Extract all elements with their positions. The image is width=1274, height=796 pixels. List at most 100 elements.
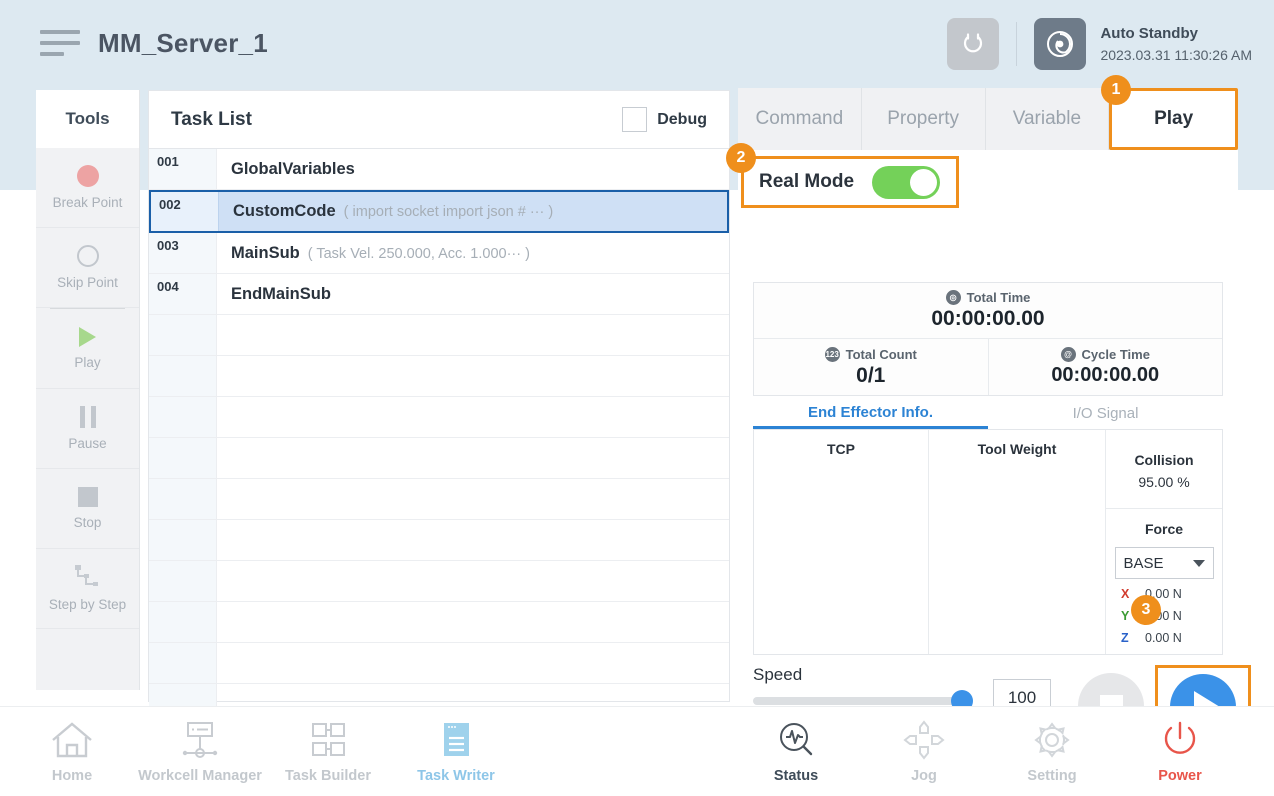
table-row-empty[interactable] — [149, 520, 729, 561]
total-count-label: Total Count — [845, 346, 917, 362]
nav-item-power[interactable]: Power — [1116, 720, 1244, 784]
row-number — [149, 397, 217, 437]
stats-box: ◎ Total Time 00:00:00.00 123 Total Count… — [753, 282, 1223, 396]
collision-cell: Collision 95.00 % — [1106, 441, 1222, 509]
row-number — [149, 520, 217, 560]
tab-command[interactable]: Command — [738, 88, 862, 150]
tool-skip-point[interactable]: Skip Point — [36, 228, 139, 308]
play-icon — [79, 327, 96, 347]
panel-body: Real Mode ◎ Total Time 00:00:00.00 123 T… — [738, 150, 1251, 749]
row-number — [149, 602, 217, 642]
nav-label: Workcell Manager — [138, 767, 262, 784]
collision-value: 95.00 % — [1138, 474, 1190, 490]
tool-step-by-step[interactable]: Step by Step — [36, 549, 139, 629]
nav-item-setting[interactable]: Setting — [988, 720, 1116, 784]
real-mode-toggle[interactable] — [872, 165, 941, 199]
cycle-time-label: Cycle Time — [1081, 347, 1150, 362]
nav-item-task-writer[interactable]: Task Writer — [392, 720, 520, 784]
chevron-down-icon — [1192, 559, 1205, 567]
counter-icon: 123 — [824, 346, 840, 362]
break-point-icon — [76, 165, 99, 187]
row-number: 003 — [149, 233, 217, 273]
tool-pause[interactable]: Pause — [36, 389, 139, 469]
hamburger-bar — [40, 30, 80, 34]
tab-variable[interactable]: Variable — [985, 88, 1110, 150]
tool-label: Pause — [68, 436, 107, 451]
table-row[interactable]: 001 GlobalVariables — [149, 149, 729, 190]
tool-label: Skip Point — [57, 275, 118, 290]
table-row-empty[interactable] — [149, 315, 729, 356]
tab-io-signal[interactable]: I/O Signal — [988, 398, 1223, 429]
force-frame-value: BASE — [1123, 554, 1164, 572]
header-divider — [1016, 22, 1018, 66]
tool-label: Step by Step — [48, 597, 127, 612]
robot-status-icon[interactable] — [1034, 18, 1087, 70]
app-root: MM_Server_1 Auto Standby 2023.03.31 11:3… — [0, 0, 1274, 796]
row-name: EndMainSub — [231, 284, 331, 303]
table-row-empty[interactable] — [149, 438, 729, 479]
debug-label: Debug — [657, 110, 707, 128]
refresh-icon[interactable] — [947, 18, 1000, 70]
tool-weight-column: Tool Weight — [929, 430, 1106, 654]
task-list-title: Task List — [171, 108, 252, 130]
row-body: EndMainSub — [217, 285, 729, 304]
table-row[interactable]: 003 MainSub ( Task Vel. 250.000, Acc. 1.… — [149, 233, 729, 274]
clock-icon: ◎ — [945, 290, 961, 305]
stats-row: 123 Total Count 0/1 @ Cycle Time 00:00:0… — [754, 339, 1222, 395]
row-name: CustomCode — [233, 202, 336, 220]
real-mode-group: Real Mode — [741, 156, 959, 208]
header-right-group: Auto Standby 2023.03.31 11:30:26 AM — [947, 18, 1252, 70]
tools-title: Tools — [36, 90, 139, 148]
debug-toggle[interactable]: Debug — [622, 107, 707, 132]
tool-stop[interactable]: Stop — [36, 469, 139, 549]
task-list-panel: Task List Debug 001 GlobalVariables 002 … — [148, 90, 730, 725]
tool-play[interactable]: Play — [36, 309, 139, 389]
table-row-empty[interactable] — [149, 397, 729, 438]
spiral-glyph — [1047, 31, 1074, 57]
total-count-value: 0/1 — [856, 363, 886, 387]
real-mode-label: Real Mode — [759, 171, 855, 192]
table-row-empty[interactable] — [149, 356, 729, 397]
step-by-step-icon — [74, 565, 98, 586]
table-row-empty[interactable] — [149, 561, 729, 602]
nav-item-workcell-manager[interactable]: Workcell Manager — [136, 720, 264, 784]
cycle-icon: @ — [1060, 347, 1076, 362]
speed-slider[interactable] — [753, 690, 973, 712]
total-time-label: Total Time — [966, 290, 1031, 305]
nav-item-jog[interactable]: Jog — [860, 719, 988, 784]
tool-label: Stop — [73, 515, 102, 530]
force-frame-select[interactable]: BASE — [1114, 547, 1214, 579]
collision-header: Collision — [1134, 452, 1194, 468]
task-list-rows: 001 GlobalVariables 002 CustomCode ( imp… — [149, 149, 729, 725]
home-icon — [49, 720, 95, 760]
tcp-column: TCP — [754, 430, 929, 654]
table-row-empty[interactable] — [149, 479, 729, 520]
table-row[interactable]: 004 EndMainSub — [149, 274, 729, 315]
table-row-empty[interactable] — [149, 602, 729, 643]
nav-item-home[interactable]: Home — [8, 720, 136, 784]
hamburger-icon[interactable] — [40, 27, 80, 59]
tab-property[interactable]: Property — [861, 88, 986, 150]
nav-label: Jog — [911, 767, 937, 784]
force-axis-row: X 0.00 N — [1121, 587, 1207, 601]
row-number: 004 — [149, 274, 217, 314]
nav-label: Status — [773, 767, 819, 784]
power-icon — [1157, 720, 1203, 760]
row-args: ( import socket import json # ··· ) — [343, 204, 554, 220]
nav-item-status[interactable]: Status — [732, 720, 860, 784]
tool-label: Play — [74, 355, 101, 370]
force-header: Force — [1144, 521, 1184, 537]
table-row-selected[interactable]: 002 CustomCode ( import socket import js… — [149, 190, 729, 233]
status-icon — [773, 720, 819, 760]
table-row-empty[interactable] — [149, 643, 729, 684]
debug-checkbox[interactable] — [622, 107, 648, 132]
row-args: ( Task Vel. 250.000, Acc. 1.000··· ) — [307, 245, 530, 262]
row-number — [149, 561, 217, 601]
nav-item-task-builder[interactable]: Task Builder — [264, 720, 392, 784]
status-badge: Auto Standby — [1100, 24, 1198, 42]
tab-end-effector-info[interactable]: End Effector Info. — [753, 398, 988, 429]
tool-break-point[interactable]: Break Point — [36, 148, 139, 228]
toggle-knob — [910, 168, 938, 196]
nav-label: Task Writer — [417, 767, 495, 784]
panel-tabs: Command Property Variable Play — [738, 88, 1238, 150]
